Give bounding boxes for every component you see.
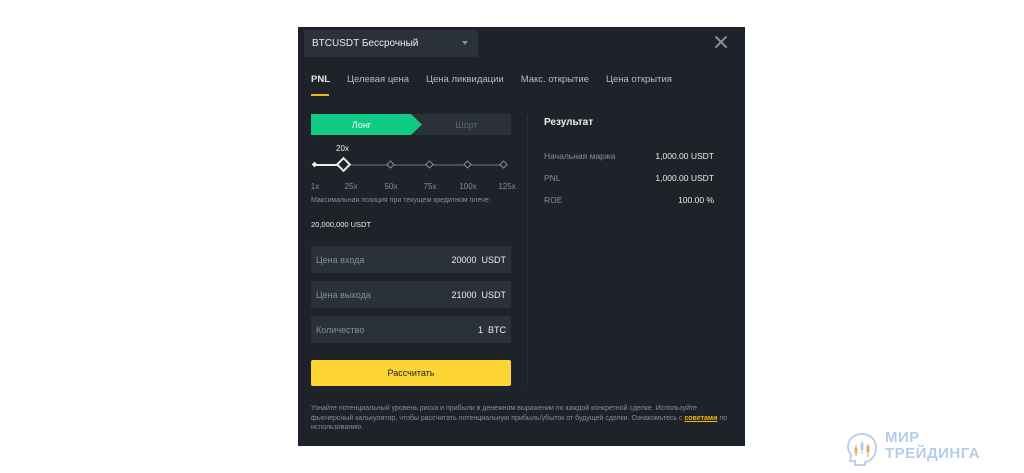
watermark-logo: МИР ТРЕЙДИНГА — [843, 430, 983, 470]
short-button[interactable]: Шорт — [422, 114, 511, 135]
pair-select-label: BTCUSDT Бессрочный — [312, 38, 419, 49]
exit-price-unit: USDT — [481, 289, 507, 300]
quantity-field[interactable]: Количество 1 BTC — [311, 316, 511, 343]
quantity-value: 1 — [477, 324, 483, 335]
chevron-down-icon — [462, 41, 468, 45]
side-toggle: Лонг Шорт — [311, 114, 511, 135]
result-label: PNL — [544, 173, 561, 183]
tick-label: 75x — [423, 182, 437, 191]
tick-label: 100x — [459, 182, 477, 191]
quantity-label: Количество — [316, 324, 365, 335]
pair-select[interactable]: BTCUSDT Бессрочный — [304, 30, 478, 57]
result-label: ROE — [544, 195, 563, 205]
quantity-unit: BTC — [488, 324, 506, 335]
futures-calculator-modal: BTCUSDT Бессрочный PNL Целевая цена Цена… — [298, 27, 745, 446]
tick-label: 25x — [344, 182, 358, 191]
result-label: Начальная маржа — [544, 151, 616, 161]
leverage-slider[interactable] — [311, 156, 511, 174]
footer-note: Узнайте потенциальный уровень риска и пр… — [311, 404, 736, 433]
exit-price-label: Цена выхода — [316, 289, 371, 300]
result-value: 1,000.00 USDT — [655, 151, 714, 161]
tick-label: 50x — [384, 182, 398, 191]
tick-label: 125x — [498, 182, 516, 191]
tab-target-price[interactable]: Целевая цена — [347, 74, 409, 98]
tab-liquidation-price[interactable]: Цена ликвидации — [426, 74, 504, 98]
tips-link[interactable]: советами — [684, 415, 717, 422]
entry-price-field[interactable]: Цена входа 20000 USDT — [311, 246, 511, 273]
entry-price-unit: USDT — [481, 254, 507, 265]
slider-thumb — [335, 156, 352, 173]
entry-price-value: 20000 — [451, 254, 477, 265]
tick-label: 1x — [310, 182, 320, 191]
tab-pnl[interactable]: PNL — [311, 74, 330, 98]
leverage-value: 20x — [336, 144, 349, 153]
long-button[interactable]: Лонг — [311, 114, 422, 135]
calculate-button[interactable]: Рассчитать — [311, 360, 511, 386]
entry-price-label: Цена входа — [316, 254, 365, 265]
divider — [527, 115, 528, 386]
result-value: 100.00 % — [678, 195, 714, 205]
footer-text: Узнайте потенциальный уровень риска и пр… — [311, 405, 698, 422]
max-position-value: 20,000,000 USDT — [311, 220, 372, 229]
result-title: Результат — [544, 117, 594, 128]
exit-price-value: 21000 — [451, 289, 477, 300]
watermark-line1: МИР — [885, 429, 920, 446]
calculator-tabs: PNL Целевая цена Цена ликвидации Макс. о… — [311, 74, 689, 98]
tab-open-price[interactable]: Цена открытия — [606, 74, 672, 98]
max-position-label: Максимальная позиция при текущем кредитн… — [311, 197, 491, 204]
tab-max-open[interactable]: Макс. открытие — [521, 74, 589, 98]
result-value: 1,000.00 USDT — [655, 173, 714, 183]
close-icon[interactable] — [714, 35, 728, 49]
head-chart-icon — [847, 433, 877, 466]
exit-price-field[interactable]: Цена выхода 21000 USDT — [311, 281, 511, 308]
leverage-ticks: 1x 25x 50x 75x 100x 125x — [311, 182, 521, 192]
watermark-line2: ТРЕЙДИНГА — [885, 445, 981, 462]
